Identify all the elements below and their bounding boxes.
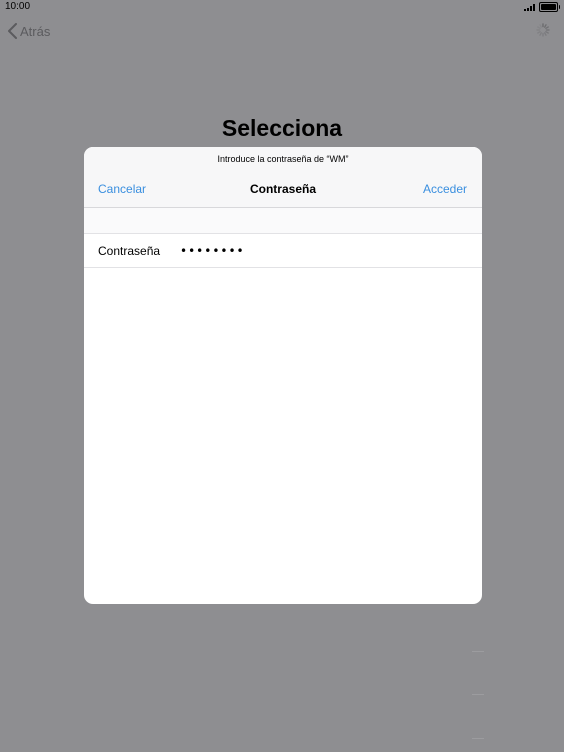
chevron-left-icon [8,23,17,39]
modal-prompt: Introduce la contraseña de “WM” [217,154,349,164]
signal-bars-icon [524,3,535,11]
back-button[interactable]: Atrás [8,22,50,40]
back-button-label: Atrás [20,23,51,39]
background-divider [472,738,484,739]
password-input[interactable] [180,240,482,261]
modal-section-gap [84,208,482,234]
status-icons [524,2,560,12]
password-modal: Introduce la contraseña de “WM” Cancelar… [84,147,482,604]
status-bar: 10:00 [0,0,564,14]
spinner-icon [536,23,550,37]
modal-header: Introduce la contraseña de “WM” Cancelar… [84,147,482,208]
password-row[interactable]: Contraseña [84,234,482,268]
join-button[interactable]: Acceder [423,182,467,197]
background-divider [472,694,484,695]
password-label: Contraseña [98,243,161,258]
background-divider [472,651,484,652]
battery-full-icon [539,2,560,12]
status-time: 10:00 [5,1,31,12]
page-title: Selecciona [221,115,343,141]
